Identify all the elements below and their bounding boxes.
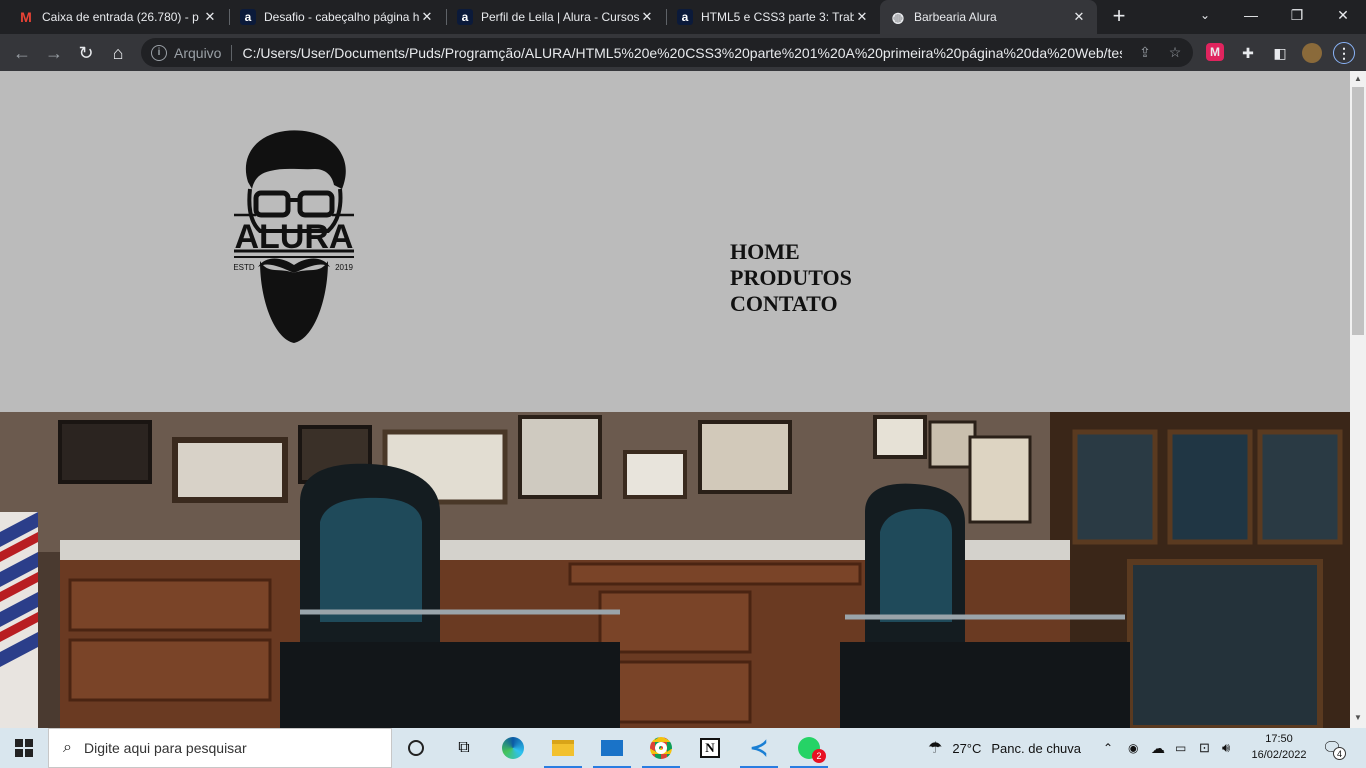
tab-perfil[interactable]: a Perfil de Leila | Alura - Cursos ✕ bbox=[447, 0, 665, 34]
nav-item-home[interactable]: HOME bbox=[730, 239, 852, 265]
meet-now-icon[interactable]: ◉ bbox=[1128, 728, 1138, 768]
weather-widget[interactable]: ☂ 27°C Panc. de chuva bbox=[928, 728, 1081, 768]
menu-kebab-icon[interactable]: ⋮ bbox=[1333, 42, 1355, 64]
back-button[interactable]: ← bbox=[8, 39, 36, 67]
weather-temperature: 27°C bbox=[952, 740, 982, 756]
close-icon[interactable]: ✕ bbox=[639, 9, 655, 25]
mail-icon[interactable] bbox=[593, 733, 631, 768]
notification-center-icon[interactable]: 🗨︎ 4 bbox=[1322, 728, 1346, 768]
close-icon[interactable]: ✕ bbox=[202, 9, 218, 25]
share-icon[interactable]: ⇪ bbox=[1136, 44, 1154, 62]
alura-icon: a bbox=[457, 9, 473, 25]
nav-item-contato[interactable]: CONTATO bbox=[730, 291, 852, 317]
browser-toolbar: ← → ↻ ⌂ i Arquivo C:/Users/User/Document… bbox=[0, 34, 1366, 71]
weather-description: Panc. de chuva bbox=[991, 740, 1082, 756]
volume-icon[interactable]: 🔊︎ bbox=[1222, 728, 1230, 768]
close-icon[interactable]: ✕ bbox=[854, 9, 870, 25]
side-panel-icon[interactable]: ◧ bbox=[1270, 43, 1290, 63]
profile-avatar[interactable] bbox=[1302, 43, 1322, 63]
whatsapp-badge: 2 bbox=[812, 749, 826, 763]
scrollbar-thumb[interactable] bbox=[1352, 87, 1364, 335]
file-explorer-icon[interactable] bbox=[544, 733, 582, 768]
tab-gmail[interactable]: M Caixa de entrada (26.780) - p ✕ bbox=[8, 0, 228, 34]
tab-search-button[interactable]: ⌄ bbox=[1182, 0, 1228, 30]
scroll-down-arrow-icon[interactable]: ▼ bbox=[1353, 713, 1363, 723]
extension-m-icon[interactable]: M bbox=[1206, 43, 1224, 61]
maximize-button[interactable]: ❐ bbox=[1274, 0, 1320, 30]
weather-cloud-rain-icon: ☂ bbox=[928, 740, 943, 757]
edge-icon[interactable] bbox=[498, 733, 528, 763]
chrome-icon[interactable] bbox=[642, 733, 680, 768]
tray-chevron-up-icon[interactable]: ⌃ bbox=[1103, 728, 1113, 768]
browser-tab-strip: M Caixa de entrada (26.780) - p ✕ a Desa… bbox=[0, 0, 1366, 34]
logo-estd-text: ESTD bbox=[233, 263, 255, 272]
windows-logo-icon bbox=[15, 739, 33, 757]
windows-taskbar: ⌕ Digite aqui para pesquisar ⧉ N ≺ 2 ☂ 2… bbox=[0, 728, 1366, 768]
clock-time: 17:50 bbox=[1265, 733, 1293, 745]
globe-icon: ◍ bbox=[891, 8, 905, 25]
vscode-icon[interactable]: ≺ bbox=[740, 733, 778, 768]
close-window-button[interactable]: ✕ bbox=[1320, 0, 1366, 30]
tab-title: Perfil de Leila | Alura - Cursos bbox=[481, 10, 639, 24]
logo-brand-text: ALURA bbox=[235, 218, 354, 256]
tab-title: Barbearia Alura bbox=[914, 10, 997, 24]
notion-icon[interactable]: N bbox=[695, 733, 725, 763]
address-url[interactable]: C:/Users/User/Documents/Puds/Programção/… bbox=[242, 45, 1122, 61]
tab-title: Caixa de entrada (26.780) - p bbox=[42, 10, 199, 24]
network-icon[interactable]: ⊡ bbox=[1199, 728, 1210, 768]
whatsapp-icon[interactable]: 2 bbox=[790, 733, 828, 768]
cortana-icon[interactable] bbox=[401, 733, 431, 763]
tab-barbearia[interactable]: ◍ Barbearia Alura ✕ bbox=[880, 0, 1097, 34]
tab-title: Desafio - cabeçalho página h bbox=[264, 10, 419, 24]
extensions-puzzle-icon[interactable]: ✚ bbox=[1238, 43, 1258, 63]
barbershop-hero-image bbox=[0, 412, 1350, 728]
reload-button[interactable]: ↻ bbox=[72, 39, 100, 67]
main-nav-menu: HOME PRODUTOS CONTATO bbox=[730, 239, 852, 317]
logo-year-text: 2019 bbox=[335, 263, 353, 272]
address-divider bbox=[231, 44, 233, 61]
forward-button[interactable]: → bbox=[40, 39, 68, 67]
search-icon: ⌕ bbox=[63, 739, 72, 756]
new-tab-button[interactable]: + bbox=[1108, 5, 1130, 27]
minimize-button[interactable]: — bbox=[1228, 0, 1274, 30]
page-viewport: ALURA ESTD 2019 HOME PRODUTOS CONTATO bbox=[0, 71, 1350, 728]
start-button[interactable] bbox=[0, 728, 48, 768]
taskbar-search-box[interactable]: ⌕ Digite aqui para pesquisar bbox=[48, 728, 392, 768]
alura-barber-logo: ALURA ESTD 2019 bbox=[233, 130, 354, 343]
gmail-icon: M bbox=[20, 9, 32, 25]
clock-date: 16/02/2022 bbox=[1251, 749, 1307, 761]
close-icon[interactable]: ✕ bbox=[1071, 9, 1087, 25]
scroll-up-arrow-icon[interactable]: ▲ bbox=[1353, 74, 1363, 84]
info-icon[interactable]: i bbox=[151, 44, 167, 61]
alura-icon: a bbox=[240, 9, 256, 25]
nav-item-produtos[interactable]: PRODUTOS bbox=[730, 265, 852, 291]
home-button[interactable]: ⌂ bbox=[104, 39, 132, 67]
bookmark-star-icon[interactable]: ☆ bbox=[1166, 44, 1184, 62]
tab-desafio[interactable]: a Desafio - cabeçalho página h ✕ bbox=[230, 0, 445, 34]
system-clock[interactable]: 17:50 16/02/2022 bbox=[1250, 731, 1308, 763]
tab-title: HTML5 e CSS3 parte 3: Traba bbox=[701, 10, 854, 24]
task-view-icon[interactable]: ⧉ bbox=[449, 733, 479, 763]
page-scrollbar[interactable]: ▲ ▼ bbox=[1350, 71, 1366, 728]
onedrive-cloud-icon[interactable]: ☁ bbox=[1151, 728, 1165, 768]
address-bar[interactable]: i Arquivo C:/Users/User/Documents/Puds/P… bbox=[141, 38, 1193, 67]
close-icon[interactable]: ✕ bbox=[419, 9, 435, 25]
address-scheme-label: Arquivo bbox=[174, 44, 222, 61]
search-placeholder: Digite aqui para pesquisar bbox=[83, 740, 247, 756]
tab-html5-css3[interactable]: a HTML5 e CSS3 parte 3: Traba ✕ bbox=[667, 0, 880, 34]
site-header: ALURA ESTD 2019 HOME PRODUTOS CONTATO bbox=[0, 71, 1350, 412]
battery-icon[interactable]: ▭ bbox=[1175, 728, 1186, 768]
alura-icon: a bbox=[677, 9, 693, 25]
notification-count: 4 bbox=[1333, 747, 1346, 760]
